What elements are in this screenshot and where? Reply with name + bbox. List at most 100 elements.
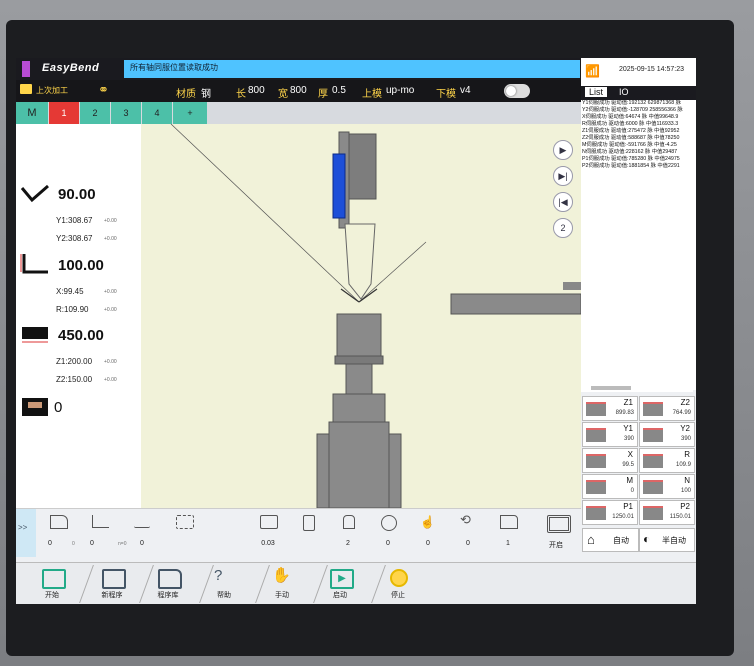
y2-value: Y2:308.67 [56, 234, 93, 243]
tab-list[interactable]: List [585, 87, 608, 97]
thickness-value[interactable]: 0.5 [332, 85, 346, 96]
width-value[interactable]: 450.00 [58, 327, 104, 344]
manual-button[interactable]: ✋ 手动 [254, 563, 310, 604]
scrollbar-thumb[interactable] [591, 386, 631, 390]
list-item: M伺服成功 驱动值:-591766 脉 中值-4.25 [582, 142, 677, 148]
semi-auto-mode-button[interactable]: ◐ 半自动 [639, 528, 695, 552]
axis-label: Z1 [623, 398, 633, 407]
material-value[interactable]: 钢 [201, 85, 211, 100]
tool-param-5[interactable]: 0.03 [248, 509, 288, 557]
list-item: Z2伺服成功 驱动值:588687 脉 中值78250 [582, 135, 680, 141]
tool-param-2[interactable]: 0 n=0 [80, 509, 126, 557]
p1-icon [586, 506, 606, 520]
new-program-label: 新程序 [101, 592, 123, 599]
start-label: 开始 [45, 592, 59, 599]
axis-r-button[interactable]: R 109.9 [639, 448, 695, 473]
last-process-button[interactable]: 上次加工 [36, 85, 68, 96]
tab-add[interactable]: + [173, 102, 207, 124]
tool-param-4[interactable] [164, 509, 204, 557]
param-9-value: 0 [426, 540, 430, 547]
manual-label: 手动 [275, 592, 289, 599]
new-program-button[interactable]: 新程序 [84, 563, 140, 604]
folder-icon[interactable] [20, 84, 32, 94]
tool-param-10[interactable]: ⟲ 0 [448, 509, 488, 557]
z1-value: Z1:200.00 [56, 357, 93, 366]
z1-icon [586, 402, 606, 416]
step-forward-icon[interactable]: ▶| [553, 166, 573, 186]
launch-button[interactable]: ▶ 启动 [312, 563, 368, 604]
bend-simulation-canvas[interactable]: ▶ ▶| |◀ 2 [141, 124, 581, 508]
tab-step-3[interactable]: 3 [111, 102, 141, 124]
tab-step-1[interactable]: 1 [49, 102, 79, 124]
axis-z2-button[interactable]: Z2 764.99 [639, 396, 695, 421]
radius-icon [92, 515, 109, 528]
length-value[interactable]: 800 [248, 85, 265, 96]
auto-mode-button[interactable]: ⌂ 自动 [582, 528, 639, 552]
open-button[interactable]: 开启 [536, 509, 576, 557]
machine-drawing [170, 124, 581, 508]
list-item: P1伺服成功 驱动值:785280 脉 中值24975 [582, 156, 680, 162]
app-logo: EasyBend [42, 62, 100, 74]
axis-value: 0 [630, 488, 634, 494]
stop-button[interactable]: 停止 [370, 563, 426, 604]
upper-die-value[interactable]: up-mo [386, 85, 414, 96]
axis-p2-button[interactable]: P2 1150.01 [639, 500, 695, 525]
lower-die-value[interactable]: v4 [460, 85, 471, 96]
z1-offset: +0.00 [104, 359, 117, 365]
axis-y2-button[interactable]: Y2 390 [639, 422, 695, 447]
tool-param-6[interactable] [288, 509, 328, 557]
tool-param-11[interactable]: 1 [488, 509, 528, 557]
r-icon [643, 454, 663, 468]
link-icon[interactable]: ⚭ [98, 82, 109, 98]
axis-value: 390 [680, 436, 691, 442]
width-value[interactable]: 800 [290, 85, 307, 96]
tab-step-2[interactable]: 2 [80, 102, 110, 124]
y2-icon [643, 428, 663, 442]
param-11-value: 1 [506, 540, 510, 547]
r-value: R:109.90 [56, 305, 89, 314]
list-item: P2伺服成功 驱动值:1881854 脉 中值2291 [582, 163, 680, 169]
tool-param-7[interactable]: 2 [328, 509, 368, 557]
tool-icon [22, 398, 48, 416]
mode-toggle[interactable] [504, 84, 530, 98]
tab-step-4[interactable]: 4 [142, 102, 172, 124]
angle-value[interactable]: 90.00 [58, 186, 96, 203]
program-library-button[interactable]: 程序库 [140, 563, 196, 604]
x-icon [586, 454, 606, 468]
axis-x-button[interactable]: X 99.5 [582, 448, 638, 473]
axis-n-button[interactable]: N 100 [639, 474, 695, 499]
tab-io[interactable]: IO [619, 87, 629, 97]
start-button[interactable]: 开始 [24, 563, 80, 604]
axis-label: N [684, 476, 690, 485]
axis-y1-button[interactable]: Y1 390 [582, 422, 638, 447]
hmi-screen: EasyBend 所有轴同服位置读取成功 上次加工 ⚭ 材质 钢 长 800 宽… [16, 58, 696, 604]
collapse-icon[interactable]: >> [18, 523, 27, 532]
tool-param-1[interactable]: 0 0 [38, 509, 78, 557]
tool-param-9[interactable]: ☝ 0 [408, 509, 448, 557]
help-button[interactable]: ? 帮助 [196, 563, 252, 604]
list-scrollbar[interactable] [581, 384, 693, 392]
message-list[interactable]: Y1伺服成功 驱动值:192132 629871368 脉 Y2伺服成功 驱动值… [581, 100, 696, 390]
param-8-value: 0 [386, 540, 390, 547]
angle-icon [20, 184, 49, 203]
step-back-icon[interactable]: |◀ [553, 192, 573, 212]
list-item: Y1伺服成功 驱动值:192132 629871368 脉 [582, 100, 681, 106]
grid-icon [547, 515, 571, 533]
tab-m[interactable]: M [16, 102, 48, 124]
list-item: Z1伺服成功 驱动值:275472 脉 中值92952 [582, 128, 680, 134]
x-value: X:99.45 [56, 287, 84, 296]
step-number-button[interactable]: 2 [553, 218, 573, 238]
play-icon[interactable]: ▶ [553, 140, 573, 160]
axis-m-button[interactable]: M0 [582, 474, 638, 499]
tool-param-8[interactable]: 0 [368, 509, 408, 557]
list-item: N伺服成功 驱动值:228162 脉 中值29487 [582, 149, 678, 155]
flange-value[interactable]: 100.00 [58, 257, 104, 274]
launch-label: 启动 [333, 592, 347, 599]
readout-panel: 90.00 Y1:308.67 +0.00 Y2:308.67 +0.00 10… [16, 124, 141, 508]
axis-p1-button[interactable]: P1 1250.01 [582, 500, 638, 525]
y1-icon [586, 428, 606, 442]
tool-param-3[interactable]: 0 [122, 509, 162, 557]
date-time: 2025-09-15 14:57:23 [619, 66, 684, 73]
axis-z1-button[interactable]: Z1 899.83 [582, 396, 638, 421]
toolbar-grip[interactable]: >> [16, 509, 36, 557]
